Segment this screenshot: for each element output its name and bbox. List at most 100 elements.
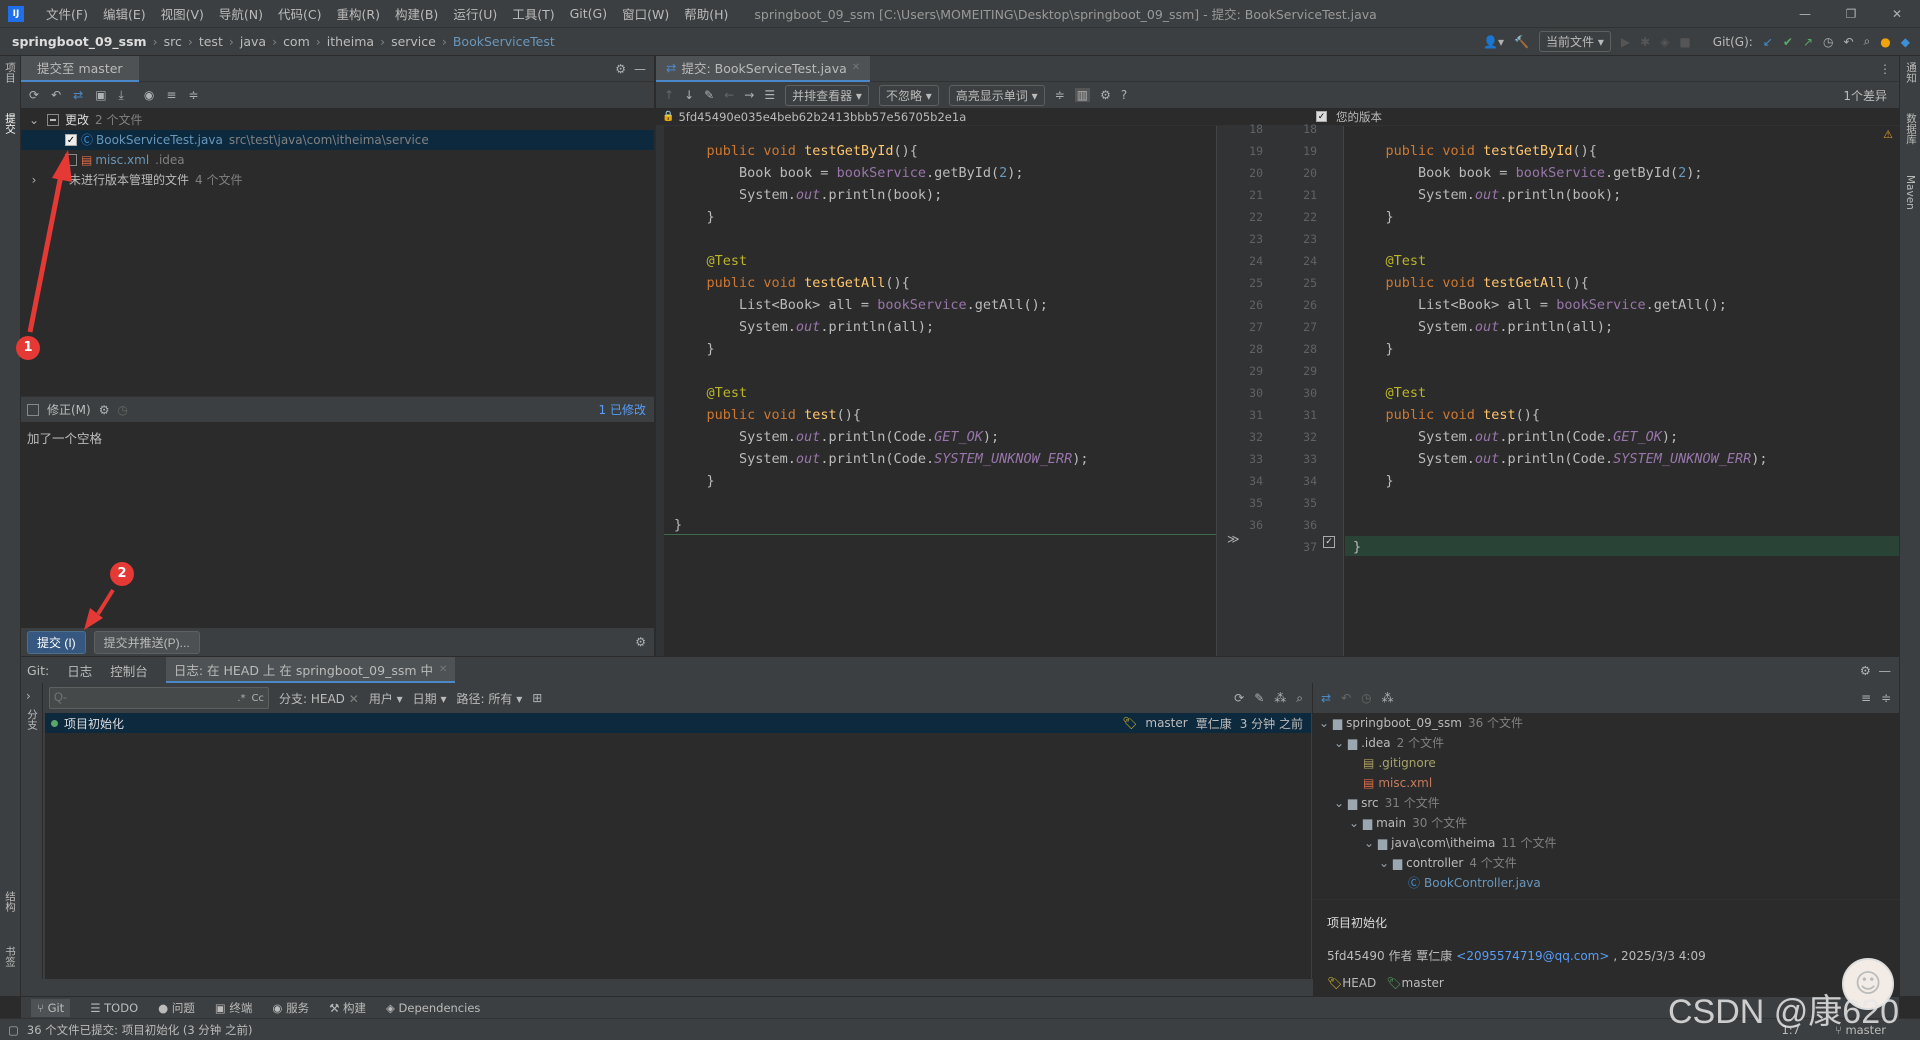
breadcrumb-item[interactable]: itheima [327, 34, 374, 49]
commit-tool[interactable]: 提交 [3, 113, 18, 134]
branch-filter[interactable]: 分支: HEAD ✕ [279, 690, 359, 707]
tree-item[interactable]: ⌄ ▆ main 30 个文件 [1313, 813, 1899, 833]
menu-item[interactable]: 文件(F) [46, 4, 88, 23]
commit-button[interactable]: 提交 (I) [27, 630, 86, 654]
detail-email[interactable]: <2095574719@qq.com> [1456, 949, 1609, 963]
forward-icon[interactable]: → [744, 88, 754, 102]
expand-all-icon[interactable]: ≡ [166, 88, 176, 102]
download-icon[interactable]: ⤓ [119, 88, 124, 103]
expand-all-icon[interactable]: ≡ [1861, 691, 1871, 705]
tool-problems[interactable]: ● 问题 [158, 1000, 195, 1016]
update-icon[interactable]: ● [1880, 35, 1890, 49]
search-icon[interactable]: ⌕ [1296, 691, 1303, 706]
modified-count[interactable]: 1 已修改 [599, 401, 646, 418]
menu-item[interactable]: 工具(T) [512, 4, 554, 23]
debug-icon[interactable]: ✱ [1640, 35, 1650, 49]
regex-icon[interactable]: .* [237, 693, 245, 704]
search-icon[interactable]: ⌕ [1864, 34, 1871, 49]
user-filter[interactable]: 用户 ▾ [369, 690, 403, 707]
commit-tab[interactable]: 提交至 master [21, 55, 139, 82]
prev-diff-icon[interactable]: ↑ [664, 88, 674, 102]
tree-item[interactable]: ⌄ ▆ controller 4 个文件 [1313, 853, 1899, 873]
git-commit-icon[interactable]: ✔ [1783, 35, 1793, 49]
refresh-icon[interactable]: ⟳ [29, 88, 39, 102]
date-filter[interactable]: 日期 ▾ [413, 690, 447, 707]
build-hammer-icon[interactable]: 🔨 [1514, 35, 1529, 49]
group-checkbox[interactable] [47, 114, 59, 126]
run-icon[interactable]: ▶ [1621, 35, 1630, 49]
group-by-icon[interactable]: ⁂ [1382, 691, 1394, 705]
tree-item[interactable]: Ⓒ BookController.java [1313, 873, 1899, 893]
collapse-icon[interactable]: ≑ [1055, 88, 1065, 102]
path-filter[interactable]: 路径: 所有 ▾ [457, 690, 523, 707]
graph-options-icon[interactable]: ⁂ [1274, 691, 1286, 705]
project-tool[interactable]: 项目 [3, 62, 18, 83]
chevron-right-icon[interactable]: › [27, 170, 41, 190]
log-search-input[interactable] [54, 692, 232, 704]
tree-item[interactable]: ▤ misc.xml [1313, 773, 1899, 793]
edit-icon[interactable]: ✎ [704, 88, 714, 102]
your-version-checkbox[interactable]: ✓ [1316, 111, 1327, 122]
chevron-down-icon[interactable]: ⌄ [27, 110, 41, 130]
diff-tab[interactable]: ⇄ 提交: BookServiceTest.java ✕ [656, 55, 871, 82]
breadcrumb-item[interactable]: src [164, 34, 182, 49]
tab-console[interactable]: 控制台 [110, 661, 148, 680]
hide-panel-icon[interactable]: — [634, 62, 646, 76]
commit-message-area[interactable]: 加了一个空格 [21, 422, 654, 628]
list-icon[interactable]: ☰ [764, 88, 775, 102]
tool-git[interactable]: ⑂ Git [31, 998, 71, 1017]
menu-item[interactable]: 构建(B) [395, 4, 438, 23]
breadcrumb-item[interactable]: test [199, 34, 223, 49]
file-row-misc[interactable]: ▤ misc.xml .idea [21, 150, 654, 170]
diff-icon[interactable]: ⇄ [1321, 691, 1331, 705]
menu-item[interactable]: 帮助(H) [684, 4, 728, 23]
user-icon[interactable]: 👤▾ [1483, 35, 1504, 49]
file-checkbox[interactable] [65, 154, 77, 166]
menu-item[interactable]: 导航(N) [219, 4, 263, 23]
tree-item[interactable]: ⌄ ▆ src 31 个文件 [1313, 793, 1899, 813]
tool-dependencies[interactable]: ◈ Dependencies [386, 1001, 480, 1015]
viewer-select[interactable]: 并排查看器 ▾ [785, 84, 869, 106]
menu-item[interactable]: 运行(U) [453, 4, 497, 23]
highlight-select[interactable]: 高亮显示单词 ▾ [948, 84, 1045, 106]
amend-checkbox[interactable] [27, 403, 39, 416]
tool-todo[interactable]: ☰ TODO [90, 1001, 138, 1015]
rollback-icon[interactable]: ↶ [51, 88, 61, 102]
clock-icon[interactable]: ◷ [117, 403, 127, 417]
breadcrumb-item[interactable]: service [391, 34, 436, 49]
tree-item[interactable]: ⌄ ▆ springboot_09_ssm 36 个文件 [1313, 713, 1899, 733]
tree-item[interactable]: ⌄ ▆ .idea 2 个文件 [1313, 733, 1899, 753]
commit-options-icon[interactable]: ⚙ [99, 403, 110, 417]
settings-gear-icon[interactable]: ⚙ [1100, 88, 1111, 102]
menu-item[interactable]: 编辑(E) [103, 4, 146, 23]
collapse-all-icon[interactable]: ≑ [188, 88, 198, 102]
unversioned-group[interactable]: › 未进行版本管理的文件 4 个文件 [21, 170, 654, 190]
new-tab-icon[interactable]: ⊞ [532, 691, 542, 705]
breadcrumb-item[interactable]: springboot_09_ssm [12, 34, 147, 49]
chevron-right-icon[interactable]: › [26, 689, 31, 703]
file-row-bookservicetest[interactable]: ✓ Ⓒ BookServiceTest.java src\test\java\c… [21, 130, 654, 150]
menu-item[interactable]: Git(G) [570, 6, 608, 21]
cherry-pick-icon[interactable]: ✎ [1254, 691, 1264, 705]
commit-settings-icon[interactable]: ⚙ [635, 635, 646, 649]
tree-item[interactable]: ⌄ ▆ java\com\itheima 11 个文件 [1313, 833, 1899, 853]
columns-icon[interactable]: ▥ [1074, 88, 1091, 102]
apply-change-icon[interactable]: ≫ [1227, 532, 1240, 546]
settings-gear-icon[interactable]: ⚙ [1860, 663, 1871, 678]
database-tool[interactable]: 数据库 [1904, 113, 1919, 145]
breadcrumb-item[interactable]: java [240, 34, 266, 49]
commit-and-push-button[interactable]: 提交并推送(P)... [93, 630, 200, 654]
shelve-icon[interactable]: ▣ [95, 88, 106, 102]
diff-icon[interactable]: ⇄ [73, 88, 83, 102]
eye-icon[interactable]: ◉ [144, 88, 154, 102]
breadcrumb-item[interactable]: BookServiceTest [453, 34, 555, 49]
tool-terminal[interactable]: ▣ 终端 [215, 1000, 253, 1016]
history-icon[interactable]: ◷ [1823, 35, 1833, 49]
tool-services[interactable]: ◉ 服务 [272, 1000, 309, 1016]
close-tab-icon[interactable]: ✕ [439, 664, 447, 675]
tab-head-log[interactable]: 日志: 在 HEAD 上 在 springboot_09_ssm 中 ✕ [165, 657, 456, 683]
close-tab-icon[interactable]: ✕ [852, 62, 860, 73]
collapse-all-icon[interactable]: ≑ [1881, 691, 1891, 705]
minimize-icon[interactable]: — [1782, 7, 1828, 21]
menu-item[interactable]: 窗口(W) [622, 4, 669, 23]
